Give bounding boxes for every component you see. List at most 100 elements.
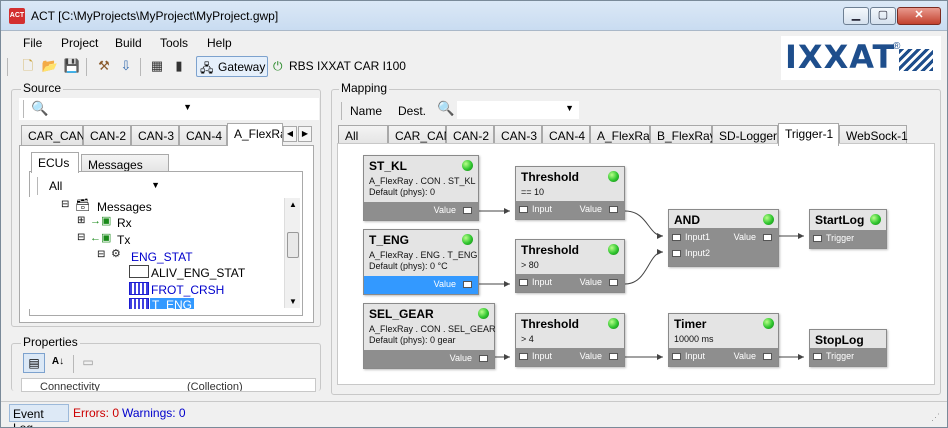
ecu-filter-select[interactable]: All ▼ xyxy=(45,177,165,195)
collapse-icon[interactable]: ⊟ xyxy=(77,232,85,243)
scroll-up-icon[interactable]: ▲ xyxy=(289,200,297,209)
node-threshold-2[interactable]: Threshold > 80 Input Value xyxy=(515,239,625,293)
tab-scroll-right-icon[interactable]: ▶ xyxy=(298,126,312,142)
device-icon[interactable]: ▮ xyxy=(169,56,189,76)
tree-node-aliv-eng-stat[interactable]: ALIV_ENG_STAT xyxy=(151,266,245,280)
new-file-icon[interactable]: 🗋 xyxy=(18,56,38,76)
save-icon[interactable]: 💾 xyxy=(62,56,82,76)
sort-alpha-icon[interactable]: A↓ xyxy=(47,353,69,373)
collapse-icon[interactable]: ⊟ xyxy=(61,199,69,210)
tree-node-rx[interactable]: Rx xyxy=(117,216,132,230)
tab-b-flexray[interactable]: B_FlexRay xyxy=(650,125,716,145)
download-icon[interactable]: ⇩ xyxy=(116,56,136,76)
node-sel-gear[interactable]: SEL_GEAR A_FlexRay . CON . SEL_GEAR Defa… xyxy=(363,303,496,369)
title-bar[interactable]: ACT ACT [C:\MyProjects\MyProject\MyProje… xyxy=(1,1,947,31)
output-port[interactable] xyxy=(609,279,618,286)
chip-icon[interactable]: ▦ xyxy=(147,56,167,76)
event-log-button[interactable]: Event Log xyxy=(9,404,69,427)
tab-car-can[interactable]: CAR_CAN xyxy=(388,125,452,145)
open-folder-icon[interactable]: 📂 xyxy=(40,56,60,76)
tab-a-flexray[interactable]: A_FlexRay xyxy=(227,123,283,146)
input-port[interactable] xyxy=(672,250,681,257)
arrow-icon xyxy=(657,249,663,255)
tab-ecus[interactable]: ECUs xyxy=(31,152,79,173)
output-port[interactable] xyxy=(763,234,772,241)
tree-node-t-eng[interactable]: T_ENG xyxy=(150,298,195,309)
output-port[interactable] xyxy=(763,353,772,360)
device-name[interactable]: RBS IXXAT CAR I100 xyxy=(289,59,406,73)
maximize-button[interactable]: ▢ xyxy=(870,7,896,25)
chevron-down-icon[interactable]: ▼ xyxy=(183,102,192,112)
menu-help[interactable]: Help xyxy=(207,36,232,50)
menu-file[interactable]: File xyxy=(23,36,42,50)
chevron-down-icon[interactable]: ▼ xyxy=(151,180,160,190)
node-startlog[interactable]: StartLog Trigger xyxy=(809,209,887,249)
tab-can-2[interactable]: CAN-2 xyxy=(446,125,494,145)
scrollbar-thumb[interactable] xyxy=(287,232,299,258)
collapse-icon[interactable]: ⊟ xyxy=(97,249,105,260)
property-pages-icon[interactable]: ▭ xyxy=(78,353,98,373)
input-port[interactable] xyxy=(519,206,528,213)
tree-scrollbar[interactable]: ▲ ▼ xyxy=(284,198,300,308)
minimize-button[interactable]: ▁ xyxy=(843,7,869,25)
node-and[interactable]: AND Input1 Input2 Value xyxy=(668,209,779,267)
scroll-down-icon[interactable]: ▼ xyxy=(289,297,297,306)
menu-project[interactable]: Project xyxy=(61,36,98,50)
input-port[interactable] xyxy=(519,353,528,360)
property-value[interactable]: (Collection) xyxy=(187,381,243,391)
port-label: Input xyxy=(532,204,553,214)
mapping-canvas[interactable]: ST_KL A_FlexRay . CON . ST_KL Default (p… xyxy=(337,143,935,385)
input-port[interactable] xyxy=(672,234,681,241)
tab-scroll-left-icon[interactable]: ◀ xyxy=(283,126,297,142)
input-port[interactable] xyxy=(519,279,528,286)
input-port[interactable] xyxy=(813,353,822,360)
dest-filter-button[interactable]: Dest. xyxy=(398,104,426,118)
expand-icon[interactable]: ⊞ xyxy=(77,215,85,226)
node-st-kl[interactable]: ST_KL A_FlexRay . CON . ST_KL Default (p… xyxy=(363,155,479,221)
output-port[interactable] xyxy=(463,281,472,288)
output-port[interactable] xyxy=(479,355,488,362)
tab-can-4[interactable]: CAN-4 xyxy=(179,125,227,145)
tab-car-can[interactable]: CAR_CAN xyxy=(21,125,85,145)
tree-node-messages[interactable]: Messages xyxy=(97,200,152,214)
output-port[interactable] xyxy=(609,353,618,360)
tab-can-3[interactable]: CAN-3 xyxy=(494,125,542,145)
search-icon[interactable]: 🔍 xyxy=(31,100,48,117)
tab-websock-1[interactable]: WebSock-1 xyxy=(839,125,908,145)
tab-can-4[interactable]: CAN-4 xyxy=(542,125,590,145)
source-search-input[interactable]: ▼ xyxy=(49,100,197,118)
node-t-eng[interactable]: T_ENG A_FlexRay . ENG . T_ENG Default (p… xyxy=(363,229,479,295)
search-icon[interactable]: 🔍 xyxy=(437,100,454,117)
build-icon[interactable]: ⚒ xyxy=(94,56,114,76)
tab-can-2[interactable]: CAN-2 xyxy=(83,125,131,145)
resize-grip-icon[interactable]: ⋰ xyxy=(931,412,940,423)
tab-all[interactable]: All xyxy=(338,125,388,145)
tree-node-frot-crsh[interactable]: FROT_CRSH xyxy=(151,283,224,297)
node-stoplog[interactable]: StopLog Trigger xyxy=(809,329,887,367)
output-port[interactable] xyxy=(463,207,472,214)
output-port[interactable] xyxy=(609,206,618,213)
tab-can-3[interactable]: CAN-3 xyxy=(131,125,179,145)
arrow-icon xyxy=(657,233,663,239)
categorized-icon[interactable]: ▤ xyxy=(23,353,45,373)
tree-node-eng-stat[interactable]: ENG_STAT xyxy=(131,250,193,264)
node-threshold-1[interactable]: Threshold == 10 Input Value xyxy=(515,166,625,220)
node-timer[interactable]: Timer 10000 ms Input Value xyxy=(668,313,779,367)
tab-trigger-1[interactable]: Trigger-1 xyxy=(778,123,839,146)
tab-sd-logger[interactable]: SD-Logger xyxy=(712,125,778,145)
node-threshold-3[interactable]: Threshold > 4 Input Value xyxy=(515,313,625,367)
input-port[interactable] xyxy=(672,353,681,360)
menu-tools[interactable]: Tools xyxy=(160,36,188,50)
tree-node-tx[interactable]: Tx xyxy=(117,233,130,247)
chevron-down-icon[interactable]: ▼ xyxy=(565,103,574,113)
node-condition: == 10 xyxy=(521,187,545,197)
property-name[interactable]: Connectivity xyxy=(40,381,100,391)
warnings-count: Warnings: 0 xyxy=(122,406,186,420)
close-button[interactable]: ✕ xyxy=(897,7,941,25)
gateway-button[interactable]: 🖧 Gateway xyxy=(196,56,268,77)
input-port[interactable] xyxy=(813,235,822,242)
menu-build[interactable]: Build xyxy=(115,36,142,50)
tab-a-flexray[interactable]: A_FlexRay xyxy=(590,125,656,145)
mapping-search-input[interactable]: ▼ xyxy=(457,101,579,119)
name-filter-button[interactable]: Name xyxy=(350,104,382,118)
